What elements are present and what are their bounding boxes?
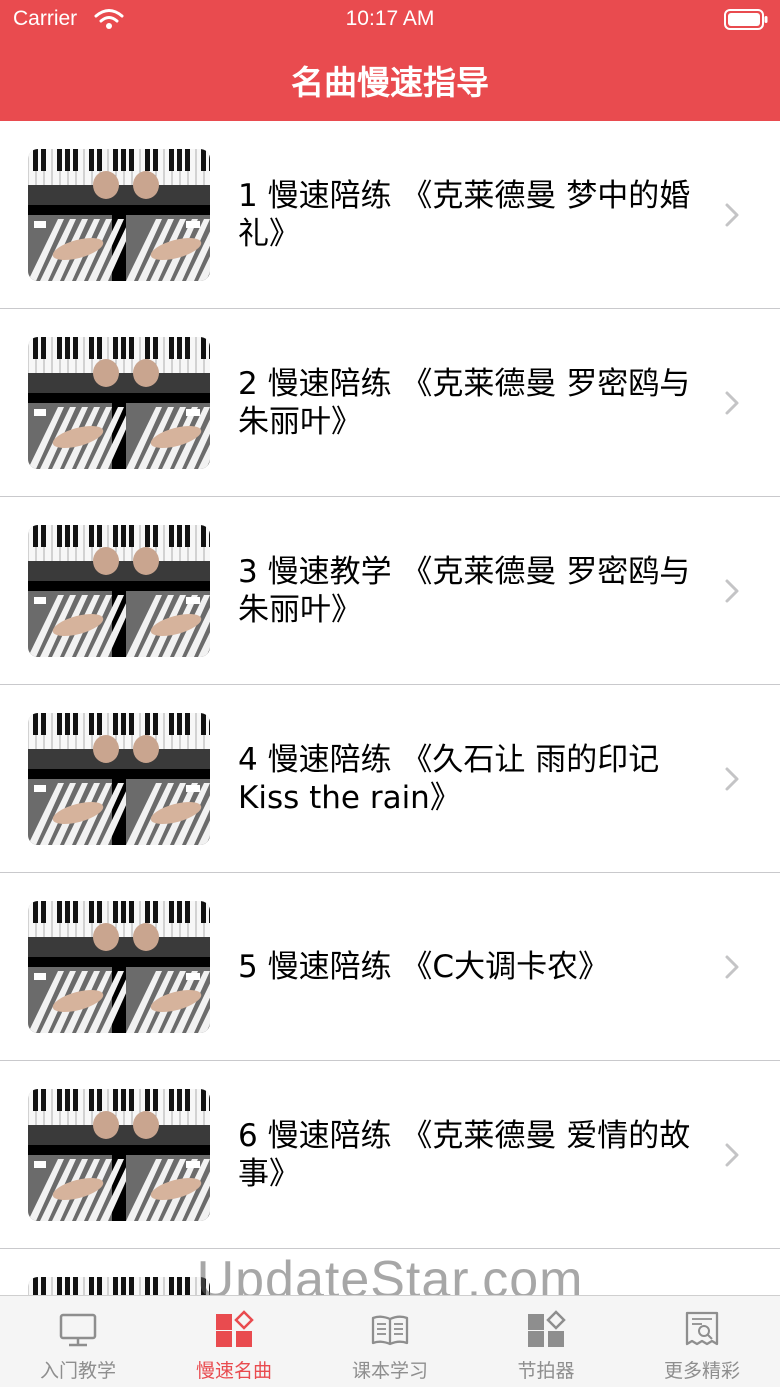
- chevron-right-icon: [725, 955, 739, 979]
- page-title: 名曲慢速指导: [291, 63, 489, 102]
- blocks-icon: [528, 1310, 566, 1347]
- video-thumbnail: [28, 1089, 210, 1221]
- tab-intro[interactable]: 入门教学: [0, 1296, 156, 1387]
- chevron-right-icon: [725, 1143, 739, 1167]
- chevron-right-icon: [725, 203, 739, 227]
- item-title: 6 慢速陪练 《克莱德曼 爱情的故事》: [238, 1117, 691, 1192]
- list-item[interactable]: 6 慢速陪练 《克莱德曼 爱情的故事》: [0, 1061, 780, 1249]
- tab-label: 更多精彩: [663, 1360, 740, 1382]
- tab-label: 入门教学: [39, 1360, 116, 1382]
- item-title: 1 慢速陪练 《克莱德曼 梦中的婚礼》: [238, 177, 691, 252]
- list-item[interactable]: 3 慢速教学 《克莱德曼 罗密鸥与朱丽叶》: [0, 497, 780, 685]
- tab-label: 慢速名曲: [195, 1360, 272, 1382]
- open-book-icon: [371, 1315, 409, 1346]
- blocks-icon: [216, 1310, 254, 1347]
- item-title: 5 慢速陪练 《C大调卡农》: [238, 948, 610, 985]
- list-item[interactable]: 2 慢速陪练 《克莱德曼 罗密鸥与朱丽叶》: [0, 309, 780, 497]
- item-title: 4 慢速陪练 《久石让 雨的印记 Kiss the rain》: [238, 741, 660, 816]
- song-list: 1 慢速陪练 《克莱德曼 梦中的婚礼》 2 慢速陪练 《克莱德曼 罗密鸥与朱丽叶…: [0, 121, 780, 1387]
- video-thumbnail: [28, 901, 210, 1033]
- certificate-icon: [685, 1311, 719, 1346]
- item-title: 2 慢速陪练 《克莱德曼 罗密鸥与朱丽叶》: [238, 365, 691, 440]
- chevron-right-icon: [725, 391, 739, 415]
- list-item[interactable]: 1 慢速陪练 《克莱德曼 梦中的婚礼》: [0, 121, 780, 309]
- list-item[interactable]: 5 慢速陪练 《C大调卡农》: [0, 873, 780, 1061]
- chevron-right-icon: [725, 767, 739, 791]
- tab-label: 节拍器: [517, 1360, 575, 1382]
- video-thumbnail: [28, 525, 210, 657]
- tab-textbook[interactable]: 课本学习: [312, 1296, 468, 1387]
- tab-slow-songs[interactable]: 慢速名曲: [156, 1296, 312, 1387]
- status-time: 10:17 AM: [345, 7, 435, 30]
- header: Carrier 10:17 AM 名曲慢速指导: [0, 0, 780, 121]
- tab-metronome[interactable]: 节拍器: [468, 1296, 624, 1387]
- status-bar: Carrier 10:17 AM: [0, 0, 780, 40]
- tab-label: 课本学习: [351, 1360, 428, 1382]
- video-thumbnail: [28, 149, 210, 281]
- video-thumbnail: [28, 713, 210, 845]
- list-item[interactable]: 4 慢速陪练 《久石让 雨的印记 Kiss the rain》: [0, 685, 780, 873]
- item-title: 3 慢速教学 《克莱德曼 罗密鸥与朱丽叶》: [238, 553, 691, 628]
- chevron-right-icon: [725, 579, 739, 603]
- tab-bar: 入门教学 慢速名曲 课本学习 节拍器 更多精彩: [0, 1295, 780, 1387]
- battery-icon: [724, 9, 768, 30]
- monitor-icon: [59, 1313, 97, 1347]
- tab-more[interactable]: 更多精彩: [624, 1296, 780, 1387]
- video-thumbnail: [28, 337, 210, 469]
